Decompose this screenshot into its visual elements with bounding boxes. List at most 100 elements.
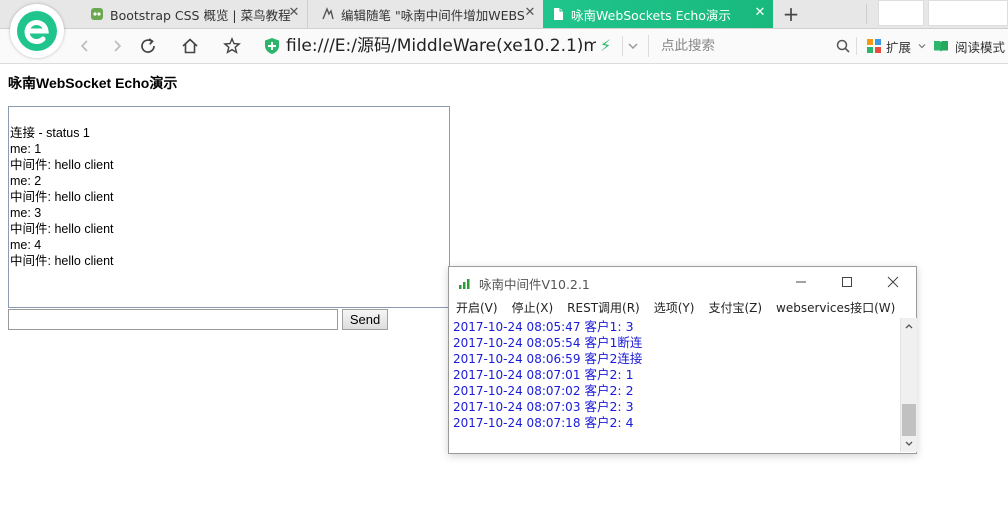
log-message: 客户2: 4 [584,415,634,430]
window-controls-area [878,0,924,26]
message-line: 中间件: hello client [10,190,114,204]
message-log[interactable]: 连接 - status 1 me: 1 中间件: hello client me… [8,106,450,308]
log-line: 2017-10-24 08:05:54 客户1断连 [453,335,900,351]
middleware-window: 咏南中间件V10.2.1 开启(V) 停止(X) REST调用(R) 选项(Y)… [448,266,917,454]
chevron-down-icon [905,441,913,446]
tab-websocket-echo[interactable]: 咏南WebSockets Echo演示 ✕ [543,0,773,28]
reload-button[interactable] [137,35,159,57]
new-tab-button[interactable]: + [781,3,801,25]
tab-label: 编辑随笔 "咏南中间件增加WEBS [341,7,525,23]
tab-cnblogs[interactable]: 编辑随笔 "咏南中间件增加WEBS ✕ [313,0,543,28]
tab-label: Bootstrap CSS 概览 | 菜鸟教程 [110,7,291,23]
runoob-icon [91,8,103,20]
scrollbar-thumb[interactable] [902,404,916,436]
log-message: 客户1: 3 [584,319,634,334]
message-line: 中间件: hello client [10,158,114,172]
browser-logo[interactable] [10,4,64,58]
forward-icon [114,40,122,52]
log-time: 2017-10-24 08:07:03 [453,400,581,414]
log-line: 2017-10-24 08:07:03 客户2: 3 [453,399,900,415]
window-title: 咏南中间件V10.2.1 [479,277,590,292]
extensions-label: 扩展 [886,39,912,55]
book-icon [934,41,948,52]
chevron-up-icon [905,324,913,329]
tab-strip: Bootstrap CSS 概览 | 菜鸟教程 ✕ 编辑随笔 "咏南中间件增加W… [0,0,1008,29]
log-line: 2017-10-24 08:07:02 客户2: 2 [453,383,900,399]
log-time: 2017-10-24 08:07:02 [453,384,581,398]
browser-logo-icon [17,11,57,51]
extensions-button[interactable]: 扩展 [866,35,927,57]
message-input[interactable] [8,309,338,330]
scroll-up-button[interactable] [901,318,917,334]
menu-options[interactable]: 选项(Y) [654,299,695,316]
divider [866,4,867,24]
close-icon[interactable]: ✕ [287,6,301,20]
chevron-down-icon [628,43,638,50]
log-line: 2017-10-24 08:07:01 客户2: 1 [453,367,900,383]
address-dropdown-button[interactable] [622,36,643,56]
signal-bars-icon [458,275,472,294]
divider [856,37,857,55]
close-icon[interactable]: ✕ [753,6,767,20]
maximize-button[interactable] [833,271,861,293]
menu-webservices[interactable]: webservices接口(W) [776,299,895,316]
log-message: 客户2: 2 [584,383,634,398]
log-line: 2017-10-24 08:07:18 客户2: 4 [453,415,900,431]
search-icon[interactable] [836,38,850,57]
page-title: 咏南WebSocket Echo演示 [8,75,178,91]
log-line: 2017-10-24 08:05:47 客户1: 3 [453,319,900,335]
message-line: 中间件: hello client [10,254,114,268]
tab-label: 咏南WebSockets Echo演示 [571,7,731,23]
message-line: me: 4 [10,238,42,252]
star-icon [223,37,241,54]
log-time: 2017-10-24 08:05:47 [453,320,581,334]
tab-runoob[interactable]: Bootstrap CSS 概览 | 菜鸟教程 ✕ [82,0,308,28]
menu-alipay[interactable]: 支付宝(Z) [708,299,762,316]
window-titlebar[interactable]: 咏南中间件V10.2.1 [449,267,916,297]
log-time: 2017-10-24 08:05:54 [453,336,581,350]
security-shield-icon[interactable] [264,37,280,59]
menu-start[interactable]: 开启(V) [456,299,498,316]
forward-button[interactable] [106,35,128,57]
back-button[interactable] [74,35,96,57]
lightning-icon[interactable]: ⚡ [600,35,611,57]
minimize-icon [796,281,806,283]
log-time: 2017-10-24 08:07:01 [453,368,581,382]
close-icon [887,276,899,288]
search-input[interactable]: 点此搜索 [648,35,858,57]
bookmark-button[interactable] [221,35,243,57]
log-message: 客户2: 1 [584,367,634,382]
message-line: me: 1 [10,142,42,156]
home-icon [182,38,198,54]
menu-rest[interactable]: REST调用(R) [567,299,640,316]
back-icon [80,40,88,52]
extensions-icon [867,39,881,53]
close-icon[interactable]: ✕ [523,6,537,20]
send-button[interactable]: Send [342,309,388,330]
message-line: 中间件: hello client [10,222,114,236]
close-button[interactable] [879,271,907,293]
cnblogs-icon [322,7,334,20]
home-button[interactable] [179,35,201,57]
message-line: 连接 - status 1 [10,126,90,140]
document-icon [554,8,563,20]
maximize-icon [842,277,852,287]
vertical-scrollbar[interactable] [900,318,917,452]
log-message: 客户1断连 [584,335,643,350]
message-line: me: 2 [10,174,42,188]
reading-mode-button[interactable]: 阅读模式 [933,35,1005,57]
log-time: 2017-10-24 08:07:18 [453,416,581,430]
log-message: 客户2连接 [584,351,643,366]
log-time: 2017-10-24 08:06:59 [453,352,581,366]
menu-stop[interactable]: 停止(X) [512,299,554,316]
reload-icon [141,38,155,53]
reading-mode-label: 阅读模式 [955,39,1006,55]
server-log[interactable]: 2017-10-24 08:05:47 客户1: 3 2017-10-24 08… [450,318,900,452]
address-bar[interactable]: file:///E:/源码/MiddleWare(xe10.2.1)mormc [286,35,596,57]
navigation-bar: file:///E:/源码/MiddleWare(xe10.2.1)mormc … [0,29,1008,64]
message-line: me: 3 [10,206,42,220]
minimize-button[interactable] [787,271,815,293]
log-line: 2017-10-24 08:06:59 客户2连接 [453,351,900,367]
log-message: 客户2: 3 [584,399,634,414]
scroll-down-button[interactable] [901,436,917,452]
